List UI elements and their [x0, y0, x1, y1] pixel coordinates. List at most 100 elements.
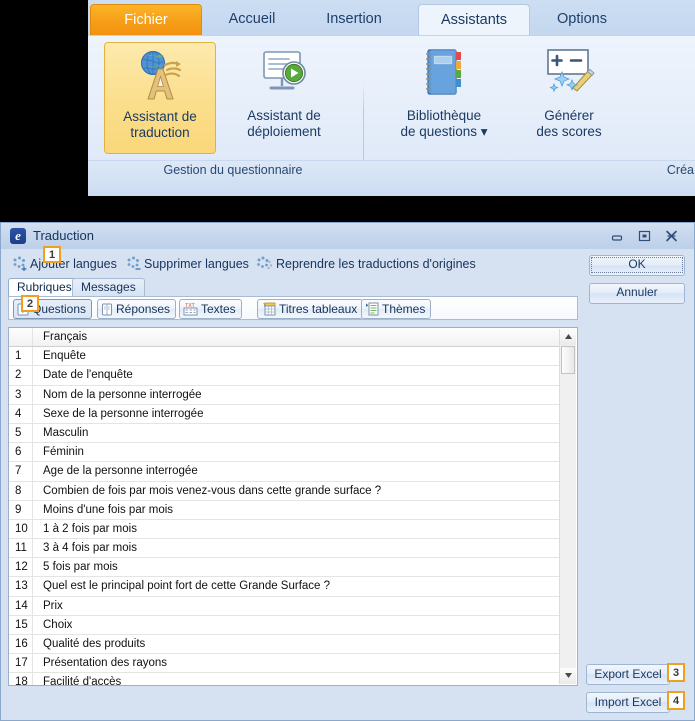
row-text-francais: Qualité des produits — [43, 638, 146, 650]
table-row[interactable]: 8 Combien de fois par mois venez-vous dan… — [9, 481, 561, 501]
row-text-francais: Quel est le principal point fort de cett… — [43, 580, 331, 593]
assistant-traduction-label-line1: Assistant de — [123, 109, 197, 124]
cancel-button[interactable]: Annuler — [589, 283, 685, 304]
table-title-icon: T — [261, 302, 276, 321]
plus-minus-wand-icon — [513, 46, 625, 108]
dialog-title: Traduction — [33, 228, 94, 243]
e-app-icon: e — [10, 228, 26, 244]
reprendre-traductions-button[interactable]: Reprendre les traductions d'origines — [256, 253, 476, 275]
minimize-button[interactable] — [606, 227, 628, 245]
table-row[interactable]: 17 Présentation des rayons — [9, 654, 561, 674]
table-row[interactable]: 12 5 fois par mois — [9, 558, 561, 578]
tab-messages[interactable]: Messages — [72, 278, 145, 296]
ok-button[interactable]: OK — [589, 255, 685, 276]
assistant-traduction-button[interactable]: Assistant de traduction — [104, 42, 216, 154]
row-text-francais: Enquête — [43, 350, 86, 363]
bibliotheque-questions-label-line1: Bibliothèque — [406, 108, 482, 123]
scroll-up-button[interactable] — [560, 329, 576, 345]
ribbon-tab-fichier[interactable]: Fichier — [90, 4, 202, 36]
globe-letter-a-icon — [105, 47, 215, 109]
bibliotheque-questions-button[interactable]: Bibliothèque de questions ▾ — [388, 42, 500, 154]
row-number: 8 — [9, 481, 33, 500]
column-header-francais: Français — [43, 331, 88, 343]
row-text-francais: Masculin — [43, 426, 89, 439]
table-row[interactable]: 14 Prix — [9, 596, 561, 616]
table-row[interactable]: 7 Age de la personne interrogée — [9, 462, 561, 482]
ribbon: Fichier Accueil Insertion Assistants Opt… — [88, 0, 695, 196]
background-gap — [0, 196, 695, 222]
assistant-deploiement-button[interactable]: Assistant de déploiement — [228, 42, 340, 154]
supprimer-langues-button[interactable]: Supprimer langues — [126, 253, 249, 275]
table-row[interactable]: 4 Sexe de la personne interrogée — [9, 404, 561, 424]
assistant-deploiement-label-line1: Assistant de — [247, 108, 321, 123]
cancel-button-label: Annuler — [616, 285, 658, 299]
table-row[interactable]: 10 1 à 2 fois par mois — [9, 519, 561, 540]
table-row[interactable]: 15 Choix — [9, 615, 561, 635]
assistant-traduction-label-line2: traduction — [130, 125, 190, 140]
row-number: 17 — [9, 654, 33, 673]
table-row[interactable]: 3 Nom de la personne interrogée — [9, 385, 561, 405]
ribbon-tab-assistants[interactable]: Assistants — [418, 4, 530, 37]
row-number: 7 — [9, 462, 33, 481]
reprendre-traductions-label: Reprendre les traductions d'origines — [276, 257, 476, 271]
assistant-deploiement-label-line2: déploiement — [247, 124, 321, 139]
row-text-francais: Féminin — [43, 446, 84, 459]
row-text-francais: Facilité d'accès — [43, 676, 122, 686]
dialog-title-bar[interactable]: e Traduction — [1, 223, 694, 249]
group-label-gestion: Gestion du questionnaire — [163, 163, 303, 177]
table-row[interactable]: 16 Qualité des produits — [9, 635, 561, 655]
row-text-francais: Présentation des rayons — [43, 657, 168, 670]
list-scrollbar[interactable] — [559, 329, 576, 684]
ribbon-tab-options[interactable]: Options — [532, 4, 632, 36]
import-excel-button[interactable]: Import Excel — [586, 692, 670, 713]
answers-book-icon — [101, 303, 113, 321]
row-text-francais: 1 à 2 fois par mois — [43, 522, 137, 535]
table-row[interactable]: 2 Date de l'enquête — [9, 366, 561, 386]
themes-label: Thèmes — [382, 302, 426, 316]
reponses-button[interactable]: Réponses — [97, 299, 177, 321]
sub-tab-panel: ? Questions Réponses TXT Textes T Titres… — [8, 296, 578, 320]
table-row[interactable]: 1 Enquête — [9, 347, 561, 367]
table-row[interactable]: 5 Masculin — [9, 423, 561, 444]
table-row[interactable]: 11 3 à 4 fois par mois — [9, 539, 561, 559]
ribbon-tab-accueil[interactable]: Accueil — [204, 4, 300, 36]
ajouter-langues-button[interactable]: Ajouter langues — [12, 253, 117, 275]
bibliotheque-questions-label-line2: de questions ▾ — [400, 124, 488, 139]
export-excel-button[interactable]: Export Excel — [586, 664, 670, 685]
group-label-creation: Créa — [666, 163, 694, 177]
ribbon-panel: Assistant de traduction Assistant de dép… — [88, 35, 695, 196]
callout-badge-1: 1 — [43, 246, 61, 263]
table-row[interactable]: 6 Féminin — [9, 443, 561, 463]
row-number: 1 — [9, 347, 33, 366]
table-row[interactable]: 9 Moins d'une fois par mois — [9, 500, 561, 520]
row-number: 15 — [9, 615, 33, 634]
scrollbar-thumb[interactable] — [561, 346, 575, 374]
reponses-label: Réponses — [116, 302, 171, 316]
notebook-icon — [388, 46, 500, 108]
add-languages-icon — [12, 256, 27, 278]
callout-badge-4: 4 — [667, 691, 685, 710]
row-text-francais: 3 à 4 fois par mois — [43, 542, 137, 555]
titres-tableaux-button[interactable]: T Titres tableaux — [257, 299, 364, 321]
tab-rubriques[interactable]: Rubriques — [8, 278, 81, 297]
titres-tableaux-label: Titres tableaux — [279, 302, 358, 316]
scroll-down-button[interactable] — [560, 668, 576, 684]
table-row[interactable]: 13 Quel est le principal point fort de ce… — [9, 577, 561, 597]
generer-scores-label-line1: Générer — [544, 108, 594, 123]
textes-button[interactable]: TXT Textes — [179, 299, 242, 319]
row-number: 11 — [9, 539, 33, 558]
restore-translations-icon — [256, 256, 273, 278]
row-text-francais: Sexe de la personne interrogée — [43, 407, 204, 420]
dialog-tab-strip: Rubriques Messages — [8, 278, 578, 297]
row-number: 16 — [9, 635, 33, 654]
generer-scores-button[interactable]: Générer des scores — [513, 42, 625, 154]
translations-list[interactable]: Français 1 Enquête 2 Date de l'enquête 3 Nom … — [8, 327, 578, 686]
table-row[interactable]: 18 Facilité d'accès — [9, 673, 561, 686]
maximize-button[interactable] — [633, 227, 655, 245]
close-button[interactable] — [660, 227, 682, 245]
themes-button[interactable]: Thèmes — [361, 299, 432, 319]
ribbon-tab-insertion[interactable]: Insertion — [300, 4, 408, 36]
row-number: 3 — [9, 385, 33, 404]
row-text-francais: Combien de fois par mois venez-vous dans… — [43, 484, 382, 497]
textes-label: Textes — [201, 302, 236, 316]
